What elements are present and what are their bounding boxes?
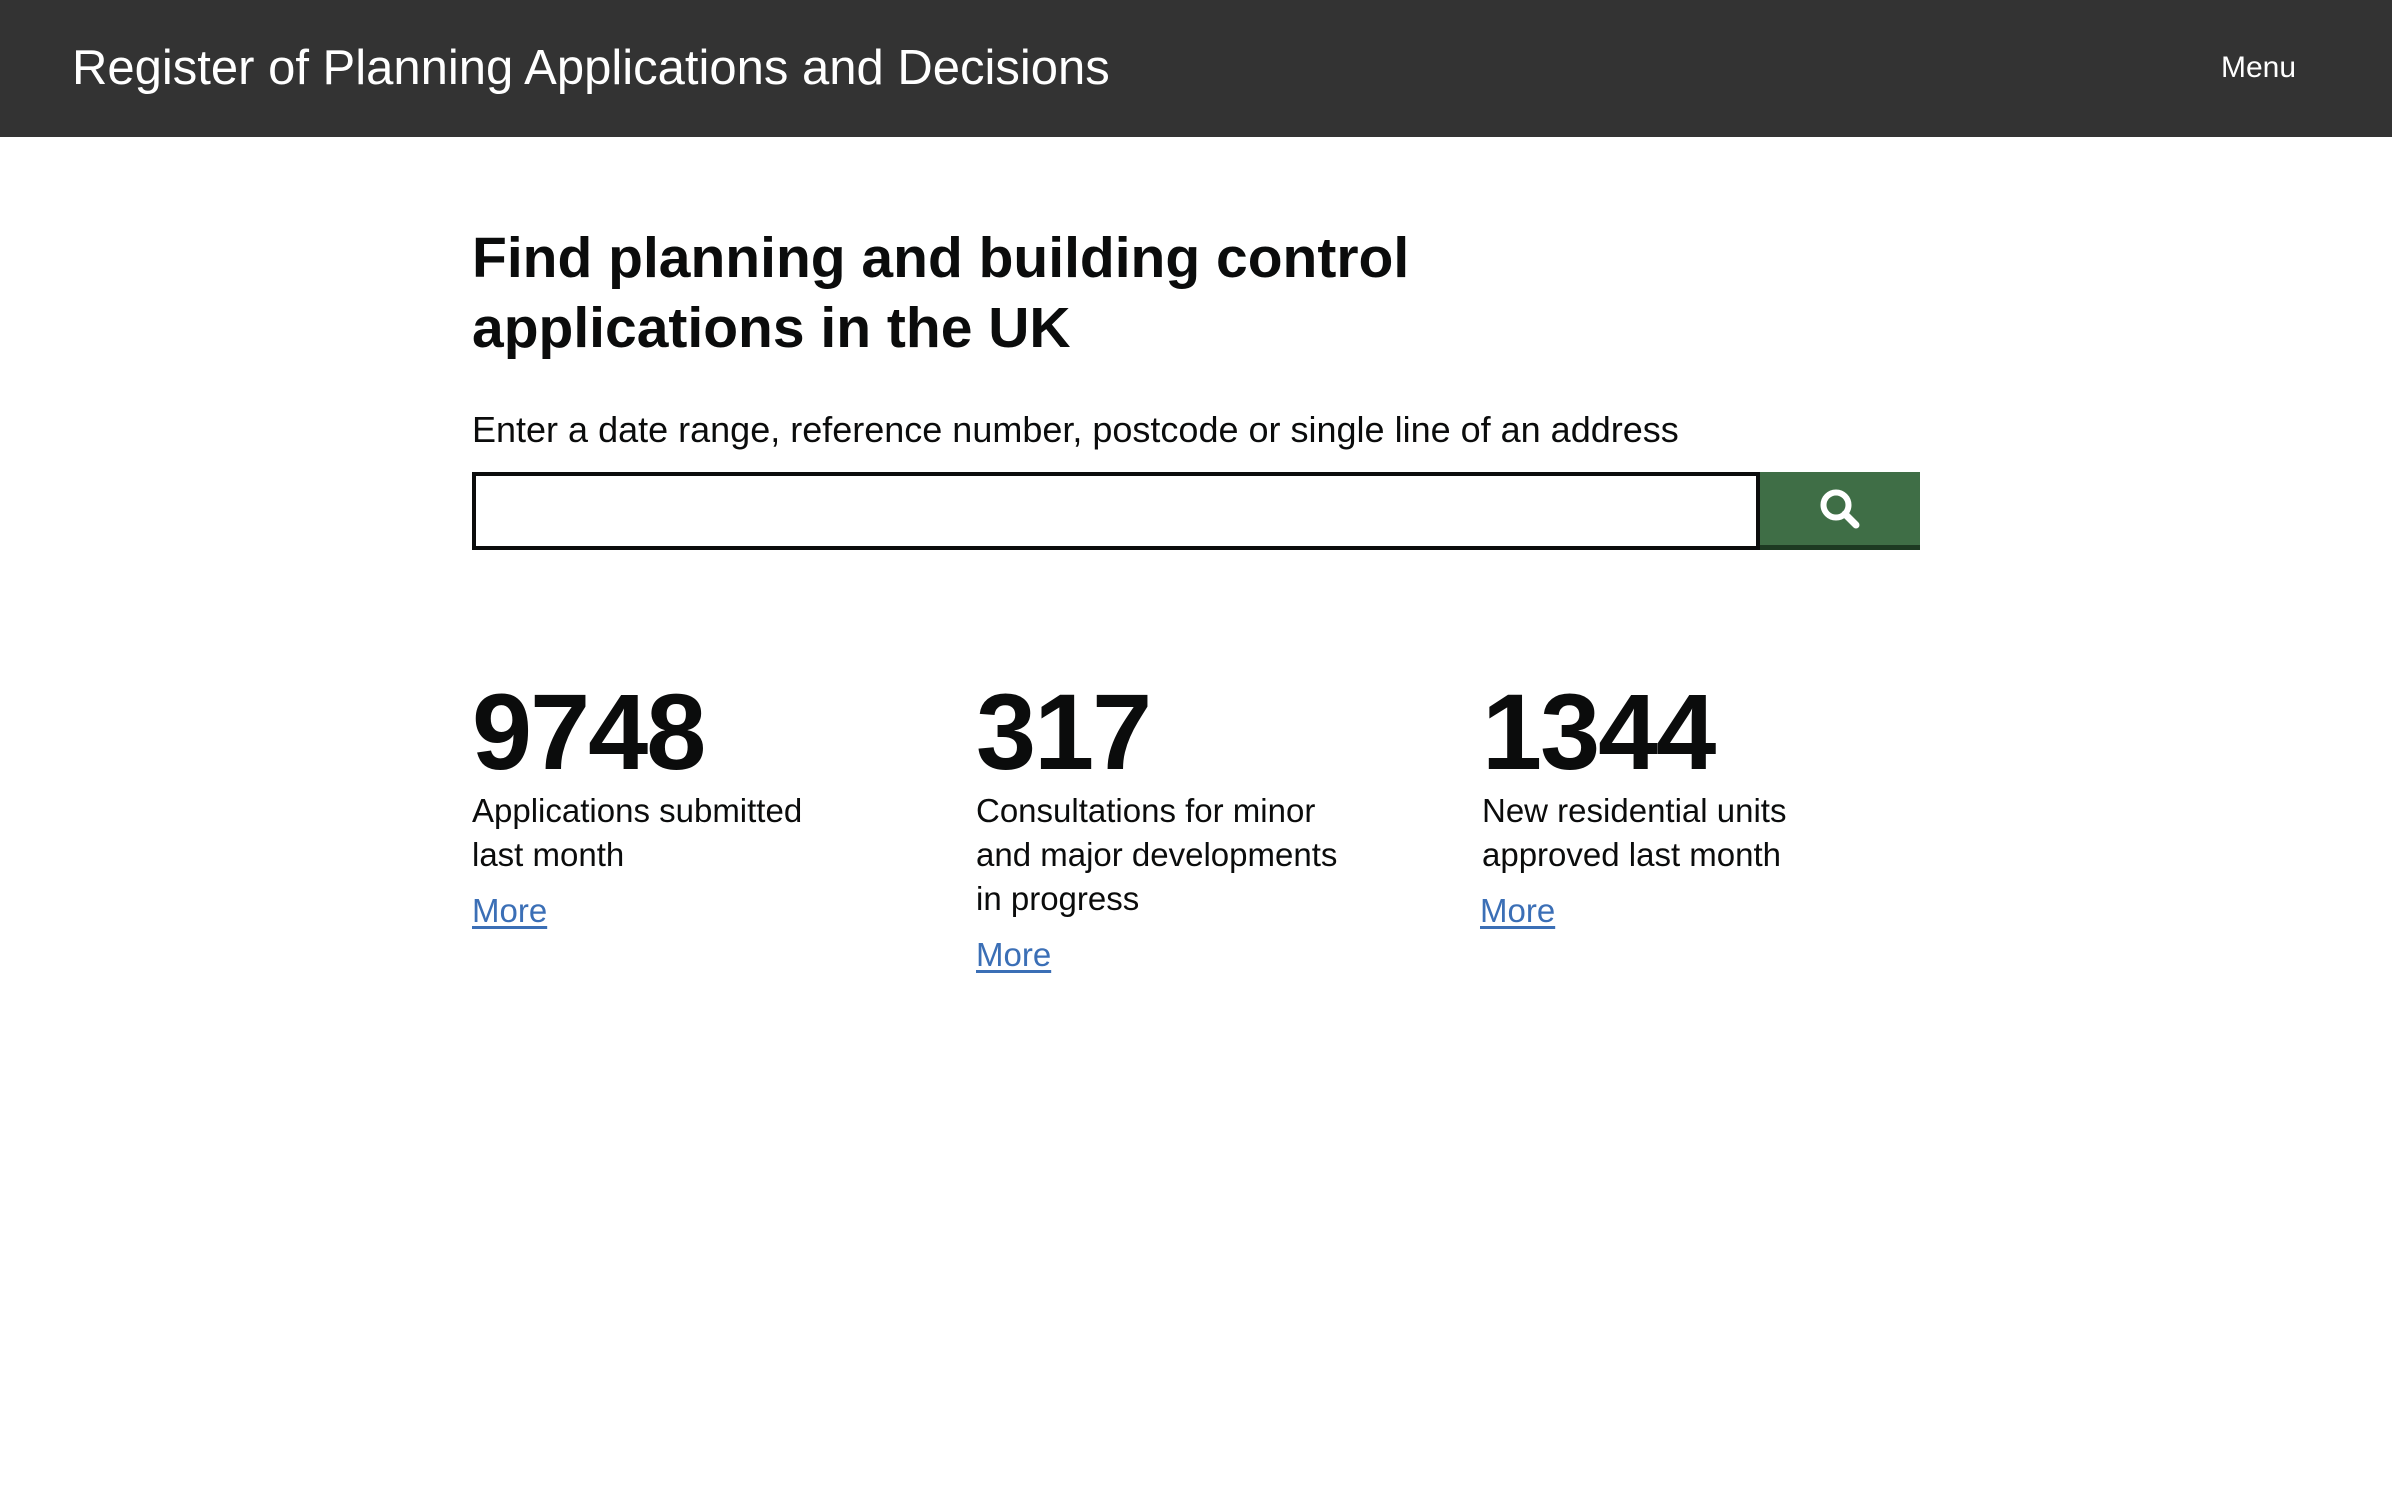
page-title: Find planning and building control appli… — [472, 226, 1410, 360]
site-title-link[interactable]: Register of Planning Applications and De… — [72, 38, 1110, 98]
stat-consultations-in-progress: 317 Consultations for minor and major de… — [976, 677, 1376, 977]
stat-more-link[interactable]: More — [976, 933, 1051, 977]
search-icon — [1820, 489, 1860, 528]
stat-number: 9748 — [472, 671, 706, 792]
site-header: Register of Planning Applications and De… — [0, 0, 2392, 137]
stat-label: Applications submitted last month — [472, 792, 803, 873]
stat-number: 1344 — [1482, 671, 1716, 792]
stat-number: 317 — [976, 671, 1152, 792]
search-label: Enter a date range, reference number, po… — [472, 409, 1679, 450]
stat-more-link[interactable]: More — [1480, 889, 1555, 933]
search-button[interactable] — [1760, 472, 1920, 550]
search-input[interactable] — [472, 472, 1760, 550]
stat-label: Consultations for minor and major develo… — [976, 792, 1338, 917]
menu-button[interactable]: Menu — [2221, 48, 2296, 88]
stat-residential-units-approved: 1344 New residential units approved last… — [1480, 671, 1882, 933]
stat-label: New residential units approved last mont… — [1482, 792, 1787, 873]
stat-more-link[interactable]: More — [472, 889, 547, 933]
stat-applications-submitted: 9748 Applications submitted last month M… — [472, 677, 872, 933]
